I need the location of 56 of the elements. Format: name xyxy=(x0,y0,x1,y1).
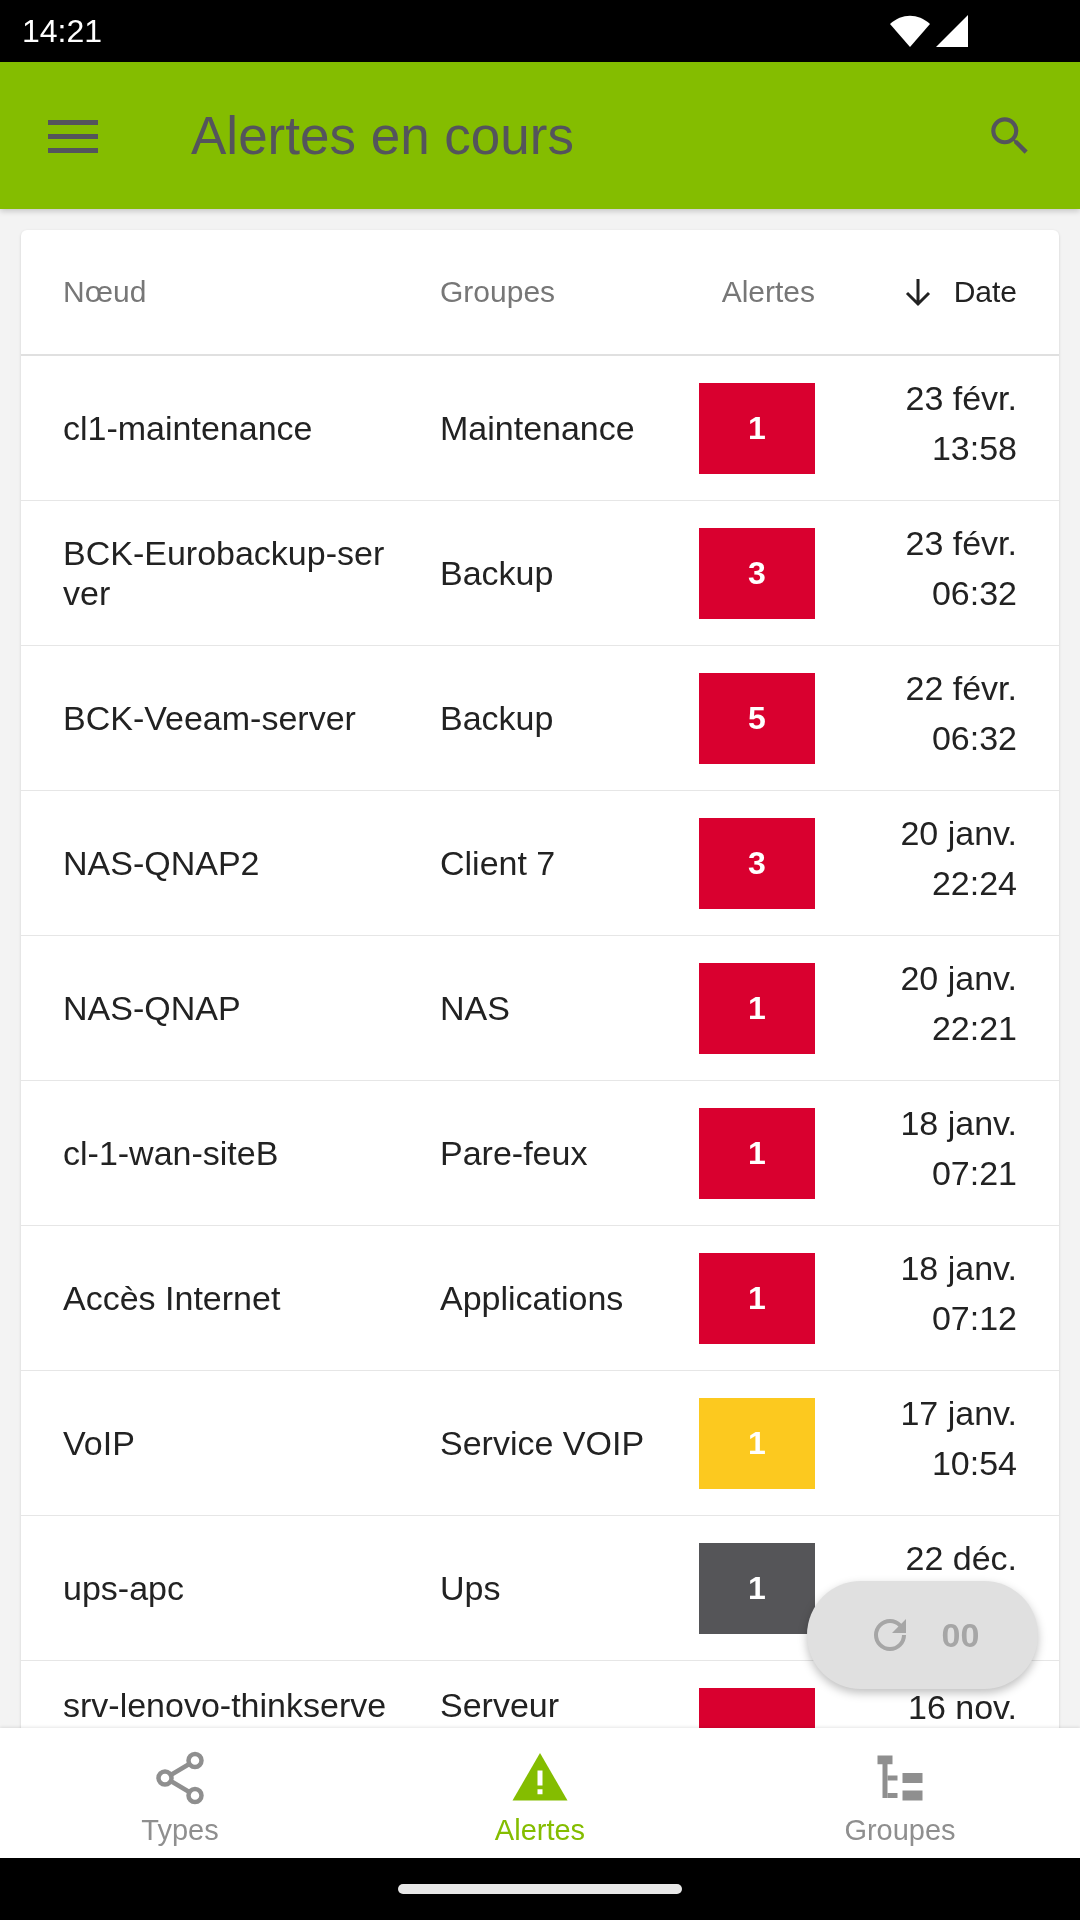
alert-count: 1 xyxy=(699,1397,815,1489)
alert-count: 1 xyxy=(699,382,815,474)
alert-date: 22 déc. xyxy=(905,1538,1017,1578)
alert-count: 5 xyxy=(699,672,815,764)
alert-row[interactable]: cl-1-wan-siteB Pare-feux 1 18 janv. 07:21 xyxy=(21,1081,1059,1226)
signal-icon xyxy=(936,15,968,47)
alert-count: 3 xyxy=(699,527,815,619)
group-name: NAS xyxy=(440,988,511,1028)
sort-arrow-icon xyxy=(903,277,932,307)
status-time: 14:21 xyxy=(22,12,103,50)
node-name: BCK-Veeam-server xyxy=(63,698,357,738)
group-name: Service VOIP xyxy=(440,1423,646,1463)
node-name: VoIP xyxy=(63,1423,136,1463)
group-name: Applications xyxy=(440,1278,625,1318)
column-header[interactable]: Groupes xyxy=(440,275,556,309)
alert-row[interactable]: BCK-Veeam-server Backup 5 22 févr. 06:32 xyxy=(21,646,1059,791)
node-name: Accès Internet xyxy=(63,1278,282,1318)
node-name: NAS-QNAP xyxy=(63,988,242,1028)
column-header[interactable]: Nœud xyxy=(63,275,147,309)
alert-count: 1 xyxy=(699,1252,815,1344)
alert-count: 1 xyxy=(699,962,815,1054)
alert-row[interactable]: Accès Internet Applications 1 18 janv. 07:12 xyxy=(21,1226,1059,1371)
alert-date: 18 janv. 07:21 xyxy=(900,1103,1017,1193)
alert-count: 3 xyxy=(699,817,815,909)
screen-title: Alertes en cours xyxy=(191,105,575,166)
wifi-icon xyxy=(890,15,930,47)
node-name: BCK-Eurobackup-ser ver xyxy=(63,533,386,613)
group-name: Backup xyxy=(440,698,555,738)
alert-date: 22 févr. 06:32 xyxy=(905,668,1017,758)
node-name: srv-lenovo-thinkserve xyxy=(63,1685,388,1725)
alert-date: 23 févr. 06:32 xyxy=(905,523,1017,613)
group-name: Ups xyxy=(440,1568,502,1608)
group-name: Backup xyxy=(440,553,555,593)
alert-date: 18 janv. 07:12 xyxy=(900,1248,1017,1338)
node-name: ups-apc xyxy=(63,1568,185,1608)
alert-count: 1 xyxy=(699,1107,815,1199)
alert-count: 1 xyxy=(699,1542,815,1634)
alert-row[interactable]: NAS-QNAP2 Client 7 3 20 janv. 22:24 xyxy=(21,791,1059,936)
alert-row[interactable]: cl1-maintenance Maintenance 1 23 févr. 13:58 xyxy=(21,356,1059,501)
group-name: Client 7 xyxy=(440,843,557,883)
group-name: Serveur xyxy=(440,1685,561,1725)
column-header[interactable]: Alertes xyxy=(721,275,815,309)
alert-date: 20 janv. 22:24 xyxy=(900,813,1017,903)
alert-date: 16 nov. xyxy=(908,1689,1017,1725)
alert-date: 17 janv. 10:54 xyxy=(900,1393,1017,1483)
alert-date: 20 janv. 22:21 xyxy=(900,958,1017,1048)
alert-row[interactable]: BCK-Eurobackup-ser ver Backup 3 23 févr. 06:32 xyxy=(21,501,1059,646)
node-name: cl-1-wan-siteB xyxy=(63,1133,280,1173)
alert-row[interactable]: VoIP Service VOIP 1 17 janv. 10:54 xyxy=(21,1371,1059,1516)
column-header[interactable]: Date xyxy=(903,275,1017,309)
alert-date: 23 févr. 13:58 xyxy=(905,378,1017,468)
alert-row[interactable]: NAS-QNAP NAS 1 20 janv. 22:21 xyxy=(21,936,1059,1081)
node-name: cl1-maintenance xyxy=(63,408,314,448)
group-name: Maintenance xyxy=(440,408,636,448)
group-name: Pare-feux xyxy=(440,1133,589,1173)
node-name: NAS-QNAP2 xyxy=(63,843,261,883)
